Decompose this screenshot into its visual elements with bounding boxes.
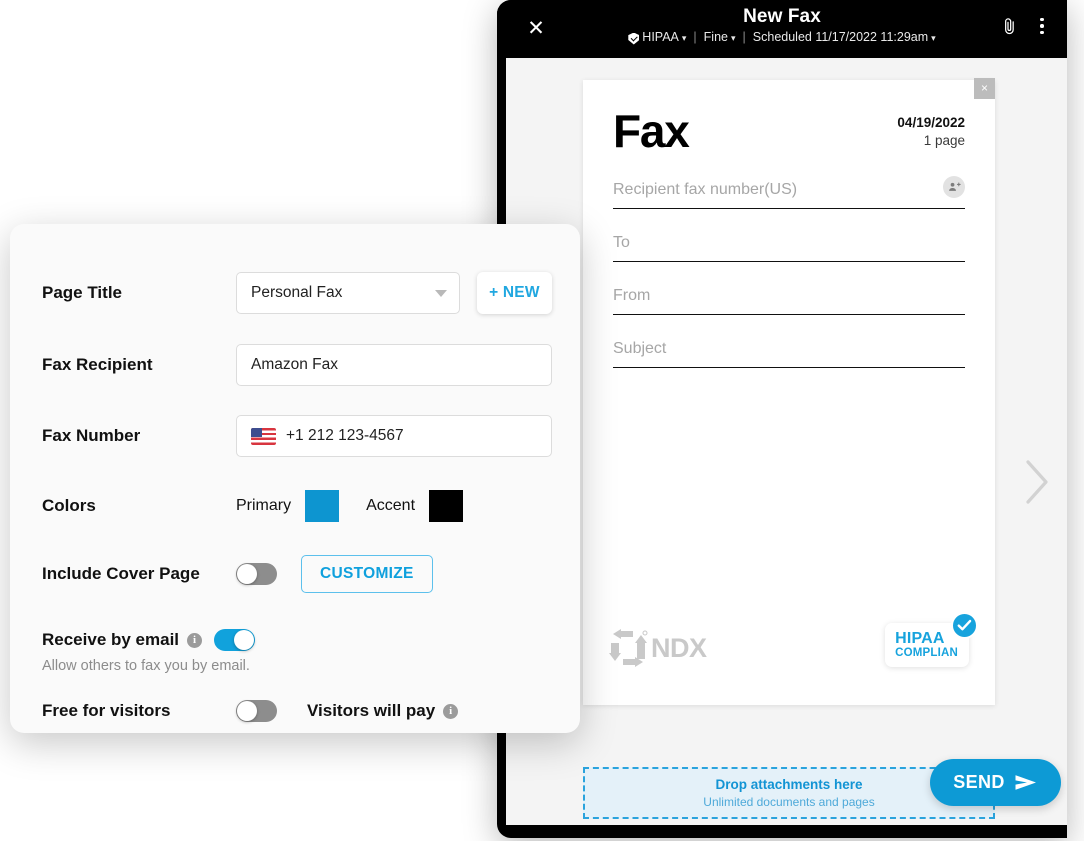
customize-button[interactable]: CUSTOMIZE [301, 555, 433, 593]
meta-separator-2: | [742, 30, 746, 44]
subject-placeholder: Subject [613, 340, 667, 357]
quality-label: Fine [703, 30, 728, 44]
chevron-right-icon[interactable] [1022, 458, 1050, 506]
schedule-label: Scheduled 11/17/2022 11:29am [752, 30, 929, 44]
fax-paper-header: Fax 04/19/2022 1 page [583, 80, 995, 156]
receive-by-email-label: Receive by email [42, 630, 180, 649]
page-title-select[interactable]: Personal Fax [236, 272, 460, 314]
hipaa-compliant-badge: HIPAA COMPLIAN [885, 612, 978, 667]
from-field[interactable]: From [613, 276, 965, 315]
chevron-down-icon [434, 289, 447, 297]
fax-cover-page: × Fax 04/19/2022 1 page Recipient fax nu… [583, 78, 995, 705]
fax-settings-panel: Page Title Personal Fax + NEW Fax Recipi… [10, 224, 580, 733]
new-fax-window: ✕ New Fax HIPAA ▾ | Fine ▾ | Scheduled 1… [497, 0, 1067, 838]
free-for-visitors-toggle[interactable] [236, 700, 277, 722]
page-title-row: Page Title Personal Fax + NEW [42, 272, 552, 314]
fax-page-count: 1 page [923, 133, 965, 148]
chevron-down-icon: ▾ [931, 33, 936, 43]
fax-number-label: Fax Number [42, 426, 141, 445]
accent-color-label: Accent [366, 497, 416, 514]
badge-line-1: HIPAA [895, 630, 945, 647]
fax-window-titlebar: ✕ New Fax HIPAA ▾ | Fine ▾ | Scheduled 1… [497, 0, 1067, 58]
dropzone-title: Drop attachments here [715, 777, 863, 792]
page-title: New Fax [743, 6, 821, 27]
accent-color-swatch[interactable] [429, 490, 464, 522]
cover-page-label: Include Cover Page [42, 564, 200, 583]
shield-icon [628, 32, 640, 45]
new-page-button[interactable]: + NEW [476, 272, 552, 314]
kebab-menu-icon[interactable] [1033, 15, 1051, 37]
fax-paper-footer: NDX HIPAA COMPLIAN [583, 612, 995, 667]
page-title-label: Page Title [42, 283, 122, 302]
fax-window-meta: HIPAA ▾ | Fine ▾ | Scheduled 11/17/2022 … [497, 30, 1067, 45]
cover-page-toggle[interactable] [236, 563, 277, 585]
ndx-arrows-icon [609, 629, 648, 667]
receive-by-email-block: Receive by email i Allow others to fax y… [42, 629, 552, 674]
fax-recipient-input[interactable]: Amazon Fax [236, 344, 552, 386]
titlebar-actions [999, 14, 1051, 38]
chevron-down-icon: ▾ [731, 33, 736, 43]
quality-selector[interactable]: Fine ▾ [699, 30, 741, 45]
chevron-down-icon: ▾ [681, 33, 687, 43]
visitors-will-pay-label: Visitors will pay [307, 701, 436, 720]
send-arrow-icon [1015, 775, 1036, 790]
info-icon[interactable]: i [443, 703, 459, 719]
recipient-fax-number-placeholder: Recipient fax number(US) [613, 181, 798, 198]
primary-color-swatch[interactable] [305, 490, 340, 522]
check-circle-icon [951, 612, 978, 639]
fax-window-title-block: New Fax HIPAA ▾ | Fine ▾ | Scheduled 11/… [497, 6, 1067, 45]
fax-recipient-row: Fax Recipient Amazon Fax [42, 344, 552, 386]
screenshot-root: ✕ New Fax HIPAA ▾ | Fine ▾ | Scheduled 1… [0, 0, 1084, 841]
fax-number-input[interactable]: +1 212 123-4567 [236, 415, 552, 457]
fax-fields: Recipient fax number(US) To From Subject [583, 156, 995, 368]
to-field[interactable]: To [613, 223, 965, 262]
receive-by-email-helper: Allow others to fax you by email. [42, 658, 250, 674]
fax-recipient-label: Fax Recipient [42, 355, 153, 374]
paperclip-icon[interactable] [999, 14, 1019, 38]
ndx-wordmark: NDX [651, 632, 707, 663]
fax-number-row: Fax Number +1 212 123-4567 [42, 415, 552, 457]
receive-by-email-row: Receive by email i [42, 629, 552, 651]
fax-paper-meta: 04/19/2022 1 page [897, 106, 965, 150]
free-for-visitors-row: Free for visitors Visitors will pay i [42, 700, 552, 722]
page-title-selected-value: Personal Fax [251, 284, 343, 301]
cover-page-row: Include Cover Page CUSTOMIZE [42, 555, 552, 593]
send-button[interactable]: SEND [930, 759, 1061, 806]
meta-separator-1: | [693, 30, 697, 44]
from-placeholder: From [613, 287, 651, 304]
subject-field[interactable]: Subject [613, 329, 965, 368]
add-contact-icon[interactable] [943, 176, 965, 198]
free-for-visitors-label: Free for visitors [42, 701, 171, 720]
dropzone-subtitle: Unlimited documents and pages [703, 795, 875, 809]
info-icon[interactable]: i [187, 632, 203, 648]
send-button-label: SEND [953, 772, 1005, 792]
fax-window-body: × Fax 04/19/2022 1 page Recipient fax nu… [506, 58, 1067, 825]
receive-by-email-toggle[interactable] [214, 629, 256, 651]
fax-heading: Fax [613, 105, 690, 157]
ndx-logo: NDX [609, 629, 707, 667]
recipient-fax-number-field[interactable]: Recipient fax number(US) [613, 170, 965, 209]
primary-color-label: Primary [236, 497, 292, 514]
us-flag-icon [251, 427, 276, 445]
badge-line-2: COMPLIAN [895, 647, 958, 659]
hipaa-label: HIPAA [642, 30, 679, 44]
colors-row: Colors Primary Accent [42, 490, 552, 522]
to-placeholder: To [613, 234, 630, 251]
hipaa-selector[interactable]: HIPAA ▾ [623, 30, 691, 45]
fax-number-value: +1 212 123-4567 [286, 427, 404, 444]
schedule-selector[interactable]: Scheduled 11/17/2022 11:29am ▾ [748, 30, 941, 45]
fax-date: 04/19/2022 [897, 115, 965, 130]
colors-label: Colors [42, 496, 96, 515]
